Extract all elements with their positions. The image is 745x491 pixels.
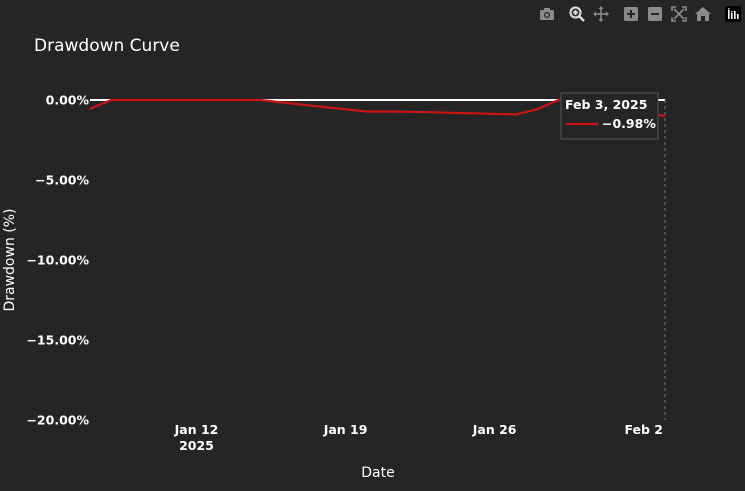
hover-tooltip: Feb 3, 2025 −0.98%	[560, 92, 659, 140]
x-tick-label: Jan 19	[323, 422, 368, 437]
y-axis-title: Drawdown (%)	[2, 208, 18, 311]
y-tick-label: −20.00%	[26, 413, 89, 428]
hover-date: Feb 3, 2025	[565, 97, 647, 112]
chart-title: Drawdown Curve	[34, 36, 180, 56]
y-tick-label: 0.00%	[46, 93, 90, 108]
y-tick-label: −5.00%	[35, 173, 89, 188]
x-tick-label: Feb 2	[624, 422, 663, 437]
drawdown-chart: Drawdown Curve 0.00% −5.00% −10.00% −15.00%…	[2, 36, 666, 481]
y-tick-label: −10.00%	[26, 253, 89, 268]
x-tick-label: Jan 12	[174, 422, 219, 437]
x-axis-title: Date	[361, 465, 394, 481]
y-tick-label: −15.00%	[26, 333, 89, 348]
x-axis-ticks: Jan 122025 Jan 19 Jan 26 Feb 2	[174, 422, 663, 453]
y-axis-ticks: 0.00% −5.00% −10.00% −15.00% −20.00%	[26, 93, 89, 428]
hover-value: −0.98%	[602, 116, 656, 131]
x-tick-label: Jan 26	[472, 422, 517, 437]
x-tick-year-label: 2025	[179, 438, 214, 453]
